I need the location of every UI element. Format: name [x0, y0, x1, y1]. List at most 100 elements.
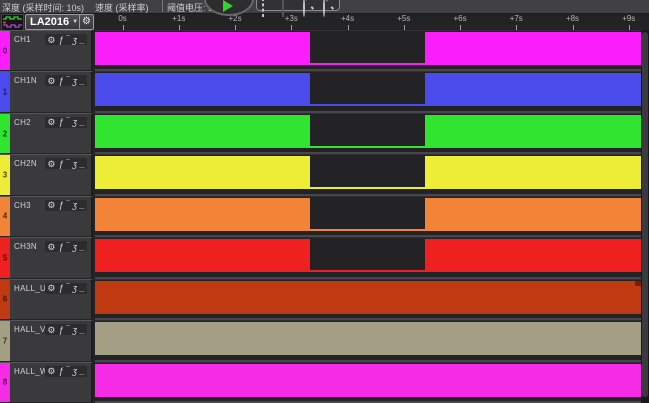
channel-settings-gear-icon[interactable]: ⚙: [47, 117, 55, 127]
device-settings-button[interactable]: ⚙: [79, 14, 94, 30]
ruler-tick-label: +8s: [566, 14, 579, 23]
waveform-high-block: [425, 73, 641, 106]
edge-measure-icon[interactable]: ʒ: [72, 76, 77, 86]
channel-row-ch2n: 3CH2N⚙ƒ‾ʒ_: [0, 154, 649, 195]
frequency-measure-icon[interactable]: ƒ: [58, 283, 63, 293]
waveform-track-ch2n[interactable]: [95, 154, 641, 195]
waveform-track-hall_v[interactable]: [95, 320, 641, 361]
channel-number: 4: [0, 212, 10, 221]
waveform-high-block: [95, 239, 310, 272]
scrollbar-thumb[interactable]: [642, 32, 648, 397]
channel-settings-gear-icon[interactable]: ⚙: [47, 35, 55, 45]
high-level-icon[interactable]: ‾: [66, 159, 69, 169]
low-level-icon[interactable]: _: [80, 283, 85, 293]
selection-tool-button[interactable]: [262, 0, 273, 8]
waveform-track-ch3n[interactable]: [95, 237, 641, 278]
edge-measure-icon[interactable]: ʒ: [72, 366, 77, 376]
edge-measure-icon[interactable]: ʒ: [72, 159, 77, 169]
channel-settings-gear-icon[interactable]: ⚙: [47, 325, 55, 335]
waveform-track-ch3[interactable]: [95, 196, 641, 237]
channel-color-strip: 8: [0, 363, 10, 402]
high-level-icon[interactable]: ‾: [66, 325, 69, 335]
low-level-icon[interactable]: _: [80, 117, 85, 127]
waveform-track-hall_u[interactable]: [95, 279, 641, 320]
edge-measure-icon[interactable]: ʒ: [72, 242, 77, 252]
vertical-scrollbar[interactable]: [641, 30, 649, 403]
channel-settings-gear-icon[interactable]: ⚙: [47, 242, 55, 252]
frequency-measure-icon[interactable]: ƒ: [58, 200, 63, 210]
channel-row-ch1n: 1CH1N⚙ƒ‾ʒ_: [0, 71, 649, 112]
waveform-track-ch1n[interactable]: [95, 71, 641, 112]
waveform-high-block: [95, 156, 310, 189]
high-level-icon[interactable]: ‾: [66, 117, 69, 127]
zoom-in-button[interactable]: [303, 0, 314, 8]
waveform-high-block: [95, 32, 310, 65]
device-selector-dropdown[interactable]: LA2016▼: [25, 14, 83, 30]
ruler-tick-label: 0s: [118, 14, 126, 23]
waveform-track-ch2[interactable]: [95, 113, 641, 154]
high-level-icon[interactable]: ‾: [66, 76, 69, 86]
channel-row-hall_u: 6HALL_U⚙ƒ‾ʒ_: [0, 279, 649, 320]
waveform-high-block: [95, 364, 641, 397]
frequency-measure-icon[interactable]: ƒ: [58, 325, 63, 335]
frequency-measure-icon[interactable]: ƒ: [58, 242, 63, 252]
low-level-icon[interactable]: _: [80, 35, 85, 45]
channel-name-label: CH3: [14, 201, 31, 210]
channel-name-label: CH2N: [14, 159, 37, 168]
edge-measure-icon[interactable]: ʒ: [72, 283, 77, 293]
waveform-low-line: [310, 146, 426, 148]
low-level-icon[interactable]: _: [80, 159, 85, 169]
edge-measure-icon[interactable]: ʒ: [72, 325, 77, 335]
waveform-high-block: [425, 156, 641, 189]
channel-color-strip: 7: [0, 321, 10, 360]
high-level-icon[interactable]: ‾: [66, 35, 69, 45]
channel-settings-gear-icon[interactable]: ⚙: [47, 366, 55, 376]
frequency-measure-icon[interactable]: ƒ: [58, 76, 63, 86]
channel-sidebar-hall_w: 8 HALL_W⚙ƒ‾ʒ_: [0, 362, 93, 403]
high-level-icon[interactable]: ‾: [66, 200, 69, 210]
view-tools-group: [256, 0, 340, 11]
channel-sidebar-hall_v: 7HALL_V⚙ƒ‾ʒ_: [0, 320, 93, 361]
low-level-icon[interactable]: _: [80, 76, 85, 86]
channel-number: 5: [0, 253, 10, 262]
waveform-high-block: [95, 281, 641, 314]
logic-analyzer-app: 深度 (采样时间: 10s) 速度 (采样率) 阈值电压: 1.65 V LA2…: [0, 0, 649, 403]
channel-icon-toolbar: ⚙ƒ‾ʒ_: [45, 324, 87, 335]
channel-name-label: HALL_W: [14, 367, 48, 376]
frequency-measure-icon[interactable]: ƒ: [58, 159, 63, 169]
high-level-icon[interactable]: ‾: [66, 366, 69, 376]
export-tool-button[interactable]: [282, 0, 293, 8]
channel-settings-gear-icon[interactable]: ⚙: [47, 283, 55, 293]
channel-sidebar-hall_u: 6HALL_U⚙ƒ‾ʒ_: [0, 279, 93, 320]
channel-row-ch1: 0CH1⚙ƒ‾ʒ_: [0, 30, 649, 71]
channel-list: 0CH1⚙ƒ‾ʒ_1CH1N⚙ƒ‾ʒ_2CH2⚙ƒ‾ʒ_3CH2N⚙ƒ‾ʒ_4C…: [0, 30, 649, 403]
waveform-track-hall_w[interactable]: [95, 362, 641, 403]
high-level-icon[interactable]: ‾: [66, 242, 69, 252]
high-level-icon[interactable]: ‾: [66, 283, 69, 293]
low-level-icon[interactable]: _: [80, 366, 85, 376]
channel-settings-gear-icon[interactable]: ⚙: [47, 76, 55, 86]
waveform-low-line: [310, 270, 426, 272]
ruler-tick-label: +4s: [341, 14, 354, 23]
channel-settings-gear-icon[interactable]: ⚙: [47, 200, 55, 210]
zoom-out-button[interactable]: [323, 0, 334, 8]
low-level-icon[interactable]: _: [80, 200, 85, 210]
channel-color-strip: 4: [0, 197, 10, 236]
waveform-high-block: [425, 32, 641, 65]
frequency-measure-icon[interactable]: ƒ: [58, 366, 63, 376]
frequency-measure-icon[interactable]: ƒ: [58, 117, 63, 127]
low-level-icon[interactable]: _: [80, 325, 85, 335]
edge-measure-icon[interactable]: ʒ: [72, 200, 77, 210]
channel-icon-toolbar: ⚙ƒ‾ʒ_: [45, 75, 87, 86]
frequency-measure-icon[interactable]: ƒ: [58, 35, 63, 45]
channel-sidebar-ch1n: 1CH1N⚙ƒ‾ʒ_: [0, 71, 93, 112]
waveform-track-ch1[interactable]: [95, 30, 641, 71]
low-level-icon[interactable]: _: [80, 242, 85, 252]
channel-settings-gear-icon[interactable]: ⚙: [47, 159, 55, 169]
time-ruler[interactable]: 0s+1s+2s+3s+4s+5s+6s+7s+8s+9s: [95, 14, 649, 30]
channel-row-ch3n: 5CH3N⚙ƒ‾ʒ_: [0, 237, 649, 278]
edge-measure-icon[interactable]: ʒ: [72, 35, 77, 45]
edge-measure-icon[interactable]: ʒ: [72, 117, 77, 127]
channel-icon-toolbar: ⚙ƒ‾ʒ_: [45, 34, 87, 45]
ruler-tick-label: +7s: [510, 14, 523, 23]
